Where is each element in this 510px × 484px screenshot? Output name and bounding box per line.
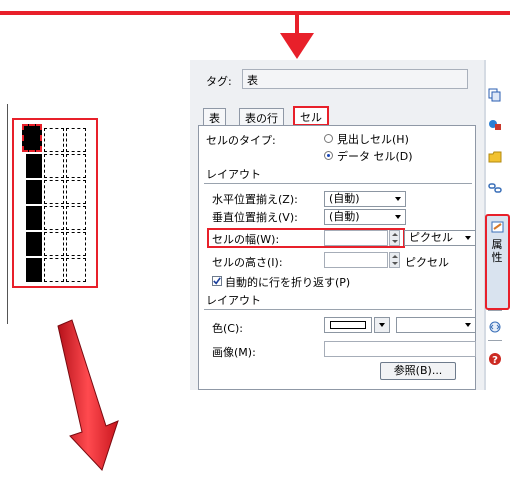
check-icon (213, 277, 221, 285)
objects-icon[interactable] (488, 118, 502, 132)
color-label: 色(C): (212, 322, 243, 335)
wrap-checkbox[interactable] (212, 276, 222, 286)
top-arrow-stem (295, 15, 299, 33)
toolbar-divider (488, 340, 502, 341)
halign-label: 水平位置揃え(Z): (212, 193, 298, 206)
empty-cell[interactable] (44, 206, 64, 230)
color-dropdown-button[interactable] (374, 317, 390, 333)
cell-height-label: セルの高さ(I): (212, 256, 283, 269)
cell-height-unit: ピクセル (405, 256, 449, 269)
layout-section-title: レイアウト (206, 168, 261, 181)
top-arrow-head (280, 33, 314, 59)
folder-icon[interactable] (488, 150, 502, 164)
valign-value: (自動) (329, 210, 360, 223)
empty-cell[interactable] (66, 258, 86, 282)
empty-cell[interactable] (66, 154, 86, 178)
divider (204, 183, 472, 184)
cell-width-spinner[interactable] (389, 230, 400, 246)
chevron-down-icon (379, 323, 385, 327)
table-cell[interactable] (26, 206, 42, 230)
table-cell[interactable] (26, 180, 42, 204)
empty-cell[interactable] (66, 206, 86, 230)
properties-icon (491, 221, 504, 233)
halign-select[interactable]: (自動) (324, 191, 406, 207)
help-icon[interactable]: ? (488, 352, 502, 366)
copy-icon[interactable] (488, 88, 502, 102)
down-arrow (57, 319, 119, 471)
link-icon[interactable] (488, 181, 502, 195)
chevron-down-icon (465, 236, 471, 240)
data-cell-radio[interactable] (324, 151, 333, 160)
empty-cell[interactable] (66, 128, 86, 152)
embed-icon[interactable] (488, 320, 502, 334)
empty-cell[interactable] (44, 232, 64, 256)
header-cell-radio[interactable] (324, 134, 333, 143)
empty-cell[interactable] (66, 232, 86, 256)
wrap-label: 自動的に行を折り返す(P) (225, 276, 351, 289)
browse-button[interactable]: 参照(B)... (380, 362, 456, 380)
table-cell[interactable] (26, 154, 42, 178)
cell-width-unit-select[interactable]: ピクセル (404, 230, 476, 246)
valign-select[interactable]: (自動) (324, 209, 406, 225)
header-cell-label: 見出しセル(H) (337, 133, 409, 146)
tab-cell[interactable]: セル (293, 106, 329, 126)
tag-label: タグ: (206, 75, 232, 88)
toolbar-divider (488, 310, 502, 311)
tag-field: 表 (242, 69, 468, 89)
color-swatch (330, 321, 366, 329)
chevron-down-icon (465, 323, 471, 327)
color-picker-swatch[interactable] (324, 317, 372, 333)
cell-width-unit: ピクセル (409, 231, 453, 244)
empty-cell[interactable] (44, 128, 64, 152)
color-name-select[interactable] (396, 317, 476, 333)
cell-height-spinner[interactable] (389, 252, 400, 268)
valign-label: 垂直位置揃え(V): (212, 211, 298, 224)
image-label: 画像(M): (212, 346, 256, 359)
table-cell[interactable] (26, 258, 42, 282)
cell-width-input[interactable] (324, 230, 388, 246)
empty-cell[interactable] (44, 180, 64, 204)
top-red-banner (0, 11, 510, 15)
selected-cell[interactable] (22, 124, 42, 152)
svg-text:?: ? (492, 355, 498, 366)
insertion-cursor-line (7, 104, 8, 324)
table-cell[interactable] (26, 232, 42, 256)
cell-height-input[interactable] (324, 252, 388, 268)
chevron-down-icon (395, 197, 401, 201)
empty-cell[interactable] (66, 180, 86, 204)
image-input[interactable] (324, 341, 476, 357)
layout-section-title-2: レイアウト (206, 294, 261, 307)
tab-table-row[interactable]: 表の行 (239, 108, 284, 125)
empty-cell[interactable] (44, 258, 64, 282)
table-preview (22, 124, 92, 282)
cell-width-label: セルの幅(W): (212, 233, 280, 246)
empty-cell[interactable] (44, 154, 64, 178)
properties-tab-label: 属性 (491, 238, 503, 264)
halign-value: (自動) (329, 192, 360, 205)
divider (204, 309, 472, 310)
chevron-down-icon (395, 215, 401, 219)
cell-type-label: セルのタイプ: (206, 134, 276, 147)
tab-table[interactable]: 表 (203, 108, 226, 125)
data-cell-label: データ セル(D) (337, 150, 413, 163)
